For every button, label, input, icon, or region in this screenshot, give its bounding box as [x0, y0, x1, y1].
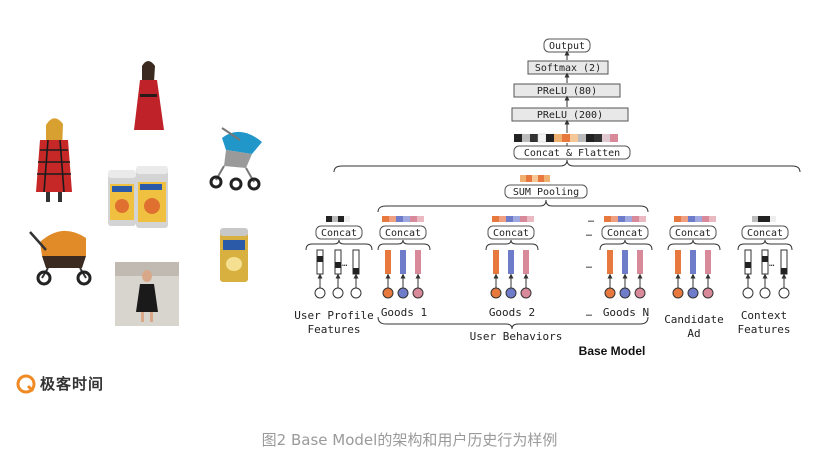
ellipsis-middle: …	[586, 260, 592, 271]
context-label-2: Features	[738, 323, 791, 336]
brand-logo: 极客时间	[16, 373, 104, 394]
logo-text: 极客时间	[40, 375, 105, 393]
prelu80-layer: PReLU (80)	[513, 83, 621, 98]
concat-candidate: Concat	[669, 225, 717, 240]
goods2-label: Goods 2	[489, 306, 535, 319]
prelu200-label: PReLU (200)	[537, 110, 603, 121]
context-inputs: …	[742, 249, 790, 299]
ellipsis-concat: …	[586, 228, 592, 239]
candidate-embedding	[674, 216, 716, 222]
concat-label: Concat	[493, 228, 529, 239]
goodsn-inputs	[604, 250, 646, 299]
behaviors-brace	[377, 199, 649, 213]
prelu80-label: PReLU (80)	[537, 86, 597, 97]
goodsn-label: Goods N	[603, 306, 649, 319]
sum-pooling-label: SUM Pooling	[513, 187, 579, 198]
goods2-inputs	[490, 250, 532, 299]
ellipsis-goods: …	[586, 308, 592, 319]
base-model-diagram: Output Softmax (2) PReLU (80) PReLU (200…	[294, 38, 801, 358]
concat-label: Concat	[675, 228, 711, 239]
output-layer: Output	[543, 38, 591, 53]
context-label-1: Context	[741, 309, 787, 322]
concat-label: Concat	[607, 228, 643, 239]
softmax-label: Softmax (2)	[535, 63, 601, 74]
goods1-label: Goods 1	[381, 306, 427, 319]
candidate-label-1: Candidate	[664, 313, 724, 326]
concat-user-profile: Concat	[315, 225, 363, 240]
ellipsis-top: …	[588, 214, 594, 225]
goods1-inputs	[382, 250, 424, 299]
concat-label: Concat	[321, 228, 357, 239]
goodsn-embedding	[604, 216, 646, 222]
candidate-inputs	[672, 250, 714, 299]
concat-goods2: Concat	[487, 225, 535, 240]
concat-goods1: Concat	[379, 225, 427, 240]
user-behaviors-label: User Behaviors	[470, 330, 563, 343]
output-label: Output	[549, 41, 585, 52]
ellipsis-user: …	[342, 259, 348, 269]
concat-label: Concat	[385, 228, 421, 239]
prelu200-layer: PReLU (200)	[511, 107, 629, 122]
concat-label: Concat	[747, 228, 783, 239]
user-profile-label-2: Features	[308, 323, 361, 336]
user-profile-inputs: …	[314, 249, 362, 299]
softmax-layer: Softmax (2)	[527, 60, 609, 75]
base-model-title: Base Model	[579, 344, 646, 358]
concat-flatten-layer: Concat & Flatten	[513, 145, 631, 160]
user-profile-embedding	[326, 216, 350, 222]
figure: Output Softmax (2) PReLU (80) PReLU (200…	[0, 0, 819, 460]
flattened-embedding	[514, 133, 618, 143]
concat-flatten-label: Concat & Flatten	[524, 148, 620, 159]
concat-goodsn: Concat	[601, 225, 649, 240]
goods1-embedding	[382, 216, 424, 222]
ellipsis-context: …	[769, 259, 775, 269]
concat-context: Concat	[741, 225, 789, 240]
sum-pooling-layer: SUM Pooling	[504, 184, 588, 199]
user-profile-label-1: User Profile	[294, 309, 373, 322]
figure-caption: 图2 Base Model的架构和用户历史行为样例	[261, 431, 558, 449]
top-brace	[333, 159, 801, 173]
context-embedding	[752, 216, 776, 222]
goods2-embedding	[492, 216, 534, 222]
candidate-label-2: Ad	[687, 327, 700, 340]
concat-braces	[305, 239, 793, 251]
logo-icon	[16, 374, 36, 393]
sum-pooling-embedding	[520, 175, 550, 182]
